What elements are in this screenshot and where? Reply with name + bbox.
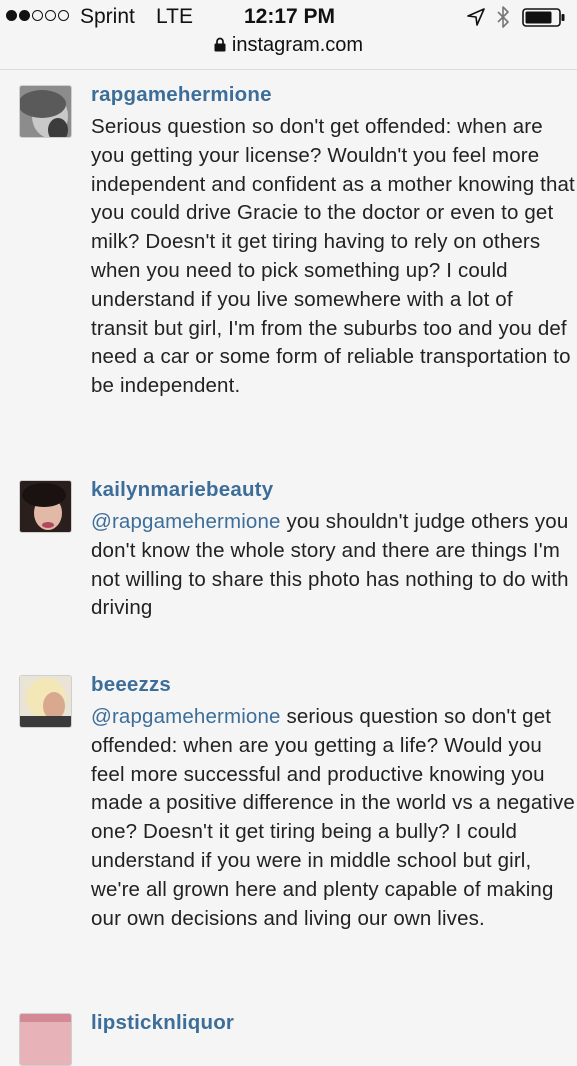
avatar[interactable] bbox=[19, 85, 72, 138]
bluetooth-icon bbox=[497, 6, 509, 28]
comment-body: Serious question so don't get offended: … bbox=[91, 115, 575, 398]
network-type: LTE bbox=[156, 5, 193, 28]
avatar[interactable] bbox=[19, 480, 72, 533]
signal-dot bbox=[19, 10, 30, 21]
location-arrow-icon bbox=[467, 8, 485, 26]
comment-username[interactable]: lipsticknliquor bbox=[91, 1011, 234, 1035]
signal-dot bbox=[32, 10, 43, 21]
url-text: instagram.com bbox=[231, 34, 364, 56]
comment-username[interactable]: kailynmariebeauty bbox=[91, 478, 273, 502]
comment-text: Serious question so don't get offended: … bbox=[91, 113, 575, 401]
lock-icon bbox=[214, 37, 226, 52]
signal-dot bbox=[45, 10, 56, 21]
divider bbox=[0, 69, 577, 70]
clock: 12:17 PM bbox=[244, 5, 336, 28]
status-bar: Sprint LTE 12:17 PM bbox=[0, 0, 577, 34]
avatar[interactable] bbox=[19, 675, 72, 728]
signal-dot bbox=[6, 10, 17, 21]
user-mention-link[interactable]: @rapgamehermione bbox=[91, 510, 281, 533]
user-mention-link[interactable]: @rapgamehermione bbox=[91, 705, 281, 728]
signal-strength bbox=[6, 10, 69, 21]
carrier-name: Sprint bbox=[80, 5, 135, 28]
comment-username[interactable]: beeezzs bbox=[91, 673, 171, 697]
comment-text: @rapgamehermione serious question so don… bbox=[91, 703, 575, 933]
signal-dot bbox=[58, 10, 69, 21]
comment-username[interactable]: rapgamehermione bbox=[91, 83, 272, 107]
comment-body: serious question so don't get offended: … bbox=[91, 705, 575, 930]
comment-text: @rapgamehermione you shouldn't judge oth… bbox=[91, 508, 575, 623]
avatar[interactable] bbox=[19, 1013, 72, 1066]
battery-icon bbox=[522, 8, 565, 27]
url-bar[interactable]: instagram.com bbox=[0, 34, 577, 68]
